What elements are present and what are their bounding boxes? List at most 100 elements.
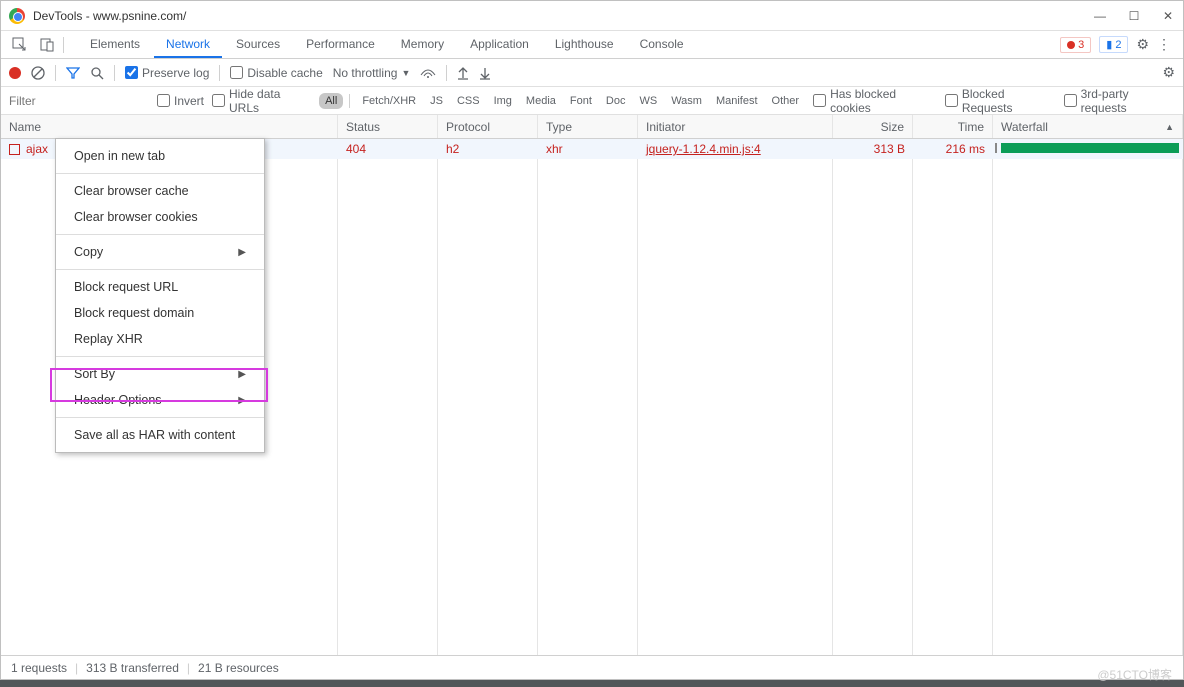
- ctx-block-domain-label: Block request domain: [74, 306, 194, 320]
- throttling-select[interactable]: No throttling ▼: [333, 66, 411, 80]
- col-header-protocol[interactable]: Protocol: [438, 115, 538, 138]
- ctx-open-new-tab-label: Open in new tab: [74, 149, 165, 163]
- filter-row: Invert Hide data URLs All Fetch/XHR JS C…: [1, 87, 1183, 115]
- submenu-arrow-icon: ▶: [238, 247, 246, 258]
- close-button[interactable]: ✕: [1161, 9, 1175, 23]
- row-size: 313 B: [833, 139, 913, 159]
- col-header-name[interactable]: Name: [1, 115, 338, 138]
- ctx-clear-cache[interactable]: Clear browser cache: [56, 178, 264, 204]
- filter-manifest[interactable]: Manifest: [710, 93, 764, 109]
- maximize-button[interactable]: ☐: [1127, 9, 1141, 23]
- import-har-icon[interactable]: [457, 66, 469, 80]
- tab-elements[interactable]: Elements: [78, 32, 152, 58]
- hide-data-urls-checkbox[interactable]: Hide data URLs: [212, 87, 311, 115]
- ctx-copy[interactable]: Copy▶: [56, 239, 264, 265]
- clear-icon[interactable]: [31, 66, 45, 80]
- context-menu: Open in new tab Clear browser cache Clea…: [55, 138, 265, 453]
- titlebar: DevTools - www.psnine.com/ — ☐ ✕: [1, 1, 1183, 31]
- blocked-requests-label: Blocked Requests: [962, 87, 1056, 115]
- col-header-initiator[interactable]: Initiator: [638, 115, 833, 138]
- col-header-type[interactable]: Type: [538, 115, 638, 138]
- third-party-checkbox[interactable]: 3rd-party requests: [1064, 87, 1175, 115]
- export-har-icon[interactable]: [479, 66, 491, 80]
- ctx-open-new-tab[interactable]: Open in new tab: [56, 143, 264, 169]
- filter-media[interactable]: Media: [520, 93, 562, 109]
- row-initiator-link[interactable]: jquery-1.12.4.min.js:4: [646, 142, 761, 156]
- third-party-label: 3rd-party requests: [1081, 87, 1175, 115]
- filter-icon[interactable]: [66, 66, 80, 80]
- sort-indicator-icon: ▲: [1165, 122, 1174, 132]
- filter-other[interactable]: Other: [766, 93, 806, 109]
- tab-application[interactable]: Application: [458, 32, 541, 58]
- ctx-header-options[interactable]: Header Options ▶: [56, 387, 264, 413]
- tab-console[interactable]: Console: [628, 32, 696, 58]
- ctx-sort-by-label: Sort By: [74, 367, 115, 381]
- row-protocol: h2: [438, 139, 538, 159]
- ctx-save-har[interactable]: Save all as HAR with content: [56, 422, 264, 448]
- chrome-icon: [9, 8, 25, 24]
- filter-font[interactable]: Font: [564, 93, 598, 109]
- error-count: 3: [1078, 39, 1084, 51]
- filter-ws[interactable]: WS: [633, 93, 663, 109]
- ctx-save-har-label: Save all as HAR with content: [74, 428, 235, 442]
- filter-css[interactable]: CSS: [451, 93, 486, 109]
- blocked-requests-checkbox[interactable]: Blocked Requests: [945, 87, 1056, 115]
- ctx-block-url-label: Block request URL: [74, 280, 178, 294]
- window-title: DevTools - www.psnine.com/: [33, 9, 1093, 23]
- tab-performance[interactable]: Performance: [294, 32, 387, 58]
- error-badge[interactable]: 3: [1060, 37, 1091, 53]
- row-type: xhr: [538, 139, 638, 159]
- preserve-log-checkbox[interactable]: Preserve log: [125, 66, 209, 80]
- filter-wasm[interactable]: Wasm: [665, 93, 708, 109]
- submenu-arrow-icon: ▶: [238, 395, 246, 406]
- submenu-arrow-icon: ▶: [238, 369, 246, 380]
- ctx-block-url[interactable]: Block request URL: [56, 274, 264, 300]
- filter-fetch-xhr[interactable]: Fetch/XHR: [356, 93, 422, 109]
- filter-input[interactable]: [9, 94, 149, 108]
- ctx-replay-xhr[interactable]: Replay XHR: [56, 326, 264, 352]
- inspect-icon[interactable]: [11, 37, 27, 53]
- status-resources: 21 B resources: [198, 661, 279, 675]
- has-blocked-cookies-label: Has blocked cookies: [830, 87, 937, 115]
- message-badge[interactable]: ▮2: [1099, 36, 1128, 53]
- col-header-status[interactable]: Status: [338, 115, 438, 138]
- hide-data-urls-label: Hide data URLs: [229, 87, 311, 115]
- file-icon: [9, 144, 20, 155]
- minimize-button[interactable]: —: [1093, 9, 1107, 23]
- record-button[interactable]: [9, 67, 21, 79]
- more-icon[interactable]: ⋮: [1157, 36, 1171, 53]
- waterfall-label: Waterfall: [1001, 120, 1048, 134]
- filter-doc[interactable]: Doc: [600, 93, 632, 109]
- ctx-clear-cookies[interactable]: Clear browser cookies: [56, 204, 264, 230]
- col-header-waterfall[interactable]: Waterfall ▲: [993, 115, 1183, 138]
- has-blocked-cookies-checkbox[interactable]: Has blocked cookies: [813, 87, 937, 115]
- row-name: ajax: [26, 142, 48, 156]
- filter-img[interactable]: Img: [488, 93, 518, 109]
- row-time: 216 ms: [913, 139, 993, 159]
- ctx-clear-cache-label: Clear browser cache: [74, 184, 189, 198]
- status-requests: 1 requests: [11, 661, 67, 675]
- filter-js[interactable]: JS: [424, 93, 449, 109]
- network-conditions-icon[interactable]: [420, 67, 436, 79]
- throttling-label: No throttling: [333, 66, 398, 80]
- search-icon[interactable]: [90, 66, 104, 80]
- col-header-size[interactable]: Size: [833, 115, 913, 138]
- ctx-sort-by[interactable]: Sort By ▶: [56, 361, 264, 387]
- tab-lighthouse[interactable]: Lighthouse: [543, 32, 626, 58]
- tab-sources[interactable]: Sources: [224, 32, 292, 58]
- tab-network[interactable]: Network: [154, 32, 222, 58]
- filter-all[interactable]: All: [319, 93, 343, 109]
- status-transferred: 313 B transferred: [86, 661, 179, 675]
- invert-checkbox[interactable]: Invert: [157, 94, 204, 108]
- network-toolbar: Preserve log Disable cache No throttling…: [1, 59, 1183, 87]
- disable-cache-checkbox[interactable]: Disable cache: [230, 66, 322, 80]
- tab-memory[interactable]: Memory: [389, 32, 456, 58]
- settings-icon[interactable]: ⚙: [1136, 36, 1149, 53]
- type-filters: All Fetch/XHR JS CSS Img Media Font Doc …: [319, 93, 805, 109]
- network-settings-icon[interactable]: ⚙: [1162, 64, 1175, 81]
- device-toggle-icon[interactable]: [39, 37, 55, 53]
- col-header-time[interactable]: Time: [913, 115, 993, 138]
- ctx-header-options-label: Header Options: [74, 393, 162, 407]
- status-bar: 1 requests | 313 B transferred | 21 B re…: [1, 655, 1183, 679]
- ctx-block-domain[interactable]: Block request domain: [56, 300, 264, 326]
